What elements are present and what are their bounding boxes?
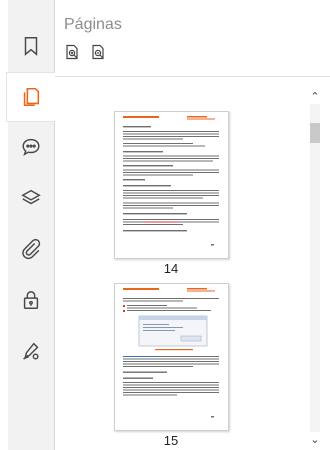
page-thumbnail-15[interactable] [114, 283, 229, 431]
signature-button[interactable] [8, 327, 54, 375]
pages-panel: Páginas 14 15 ⌃ ⌄ [55, 0, 330, 450]
page-content-preview [123, 116, 219, 246]
security-button[interactable] [8, 276, 54, 324]
bookmarks-button[interactable] [8, 22, 54, 70]
security-lock-icon [23, 291, 39, 309]
page-thumbnails-button[interactable] [7, 73, 55, 121]
scroll-down-arrow-icon[interactable]: ⌄ [306, 432, 324, 448]
panel-toolbar [64, 44, 106, 60]
page-content-preview [123, 288, 219, 418]
page-number-label: 14 [163, 261, 179, 276]
zoom-out-thumbnails-button[interactable] [90, 44, 106, 60]
scrollbar-track[interactable] [310, 104, 320, 432]
vertical-scrollbar[interactable]: ⌃ ⌄ [306, 77, 324, 450]
page-number-label: 15 [163, 433, 179, 448]
scroll-up-arrow-icon[interactable]: ⌃ [306, 89, 324, 105]
panel-title: Páginas [64, 16, 122, 33]
attachments-button[interactable] [8, 225, 54, 273]
attachment-icon [22, 238, 41, 260]
comments-icon [22, 138, 40, 156]
comments-button[interactable] [8, 123, 54, 171]
layers-icon [21, 189, 41, 205]
zoom-out-page-icon [92, 44, 104, 60]
scrollbar-thumb[interactable] [310, 123, 320, 143]
zoom-in-thumbnails-button[interactable] [64, 44, 80, 60]
layers-button[interactable] [8, 174, 54, 222]
side-toolbar [7, 0, 55, 450]
thumbnail-list: 14 15 [55, 77, 302, 450]
zoom-in-page-icon [66, 44, 78, 60]
page-thumbnail-14[interactable] [114, 111, 229, 259]
signature-pen-icon [23, 342, 39, 360]
page-thumbnails-icon [23, 87, 40, 107]
bookmark-icon [24, 37, 38, 56]
